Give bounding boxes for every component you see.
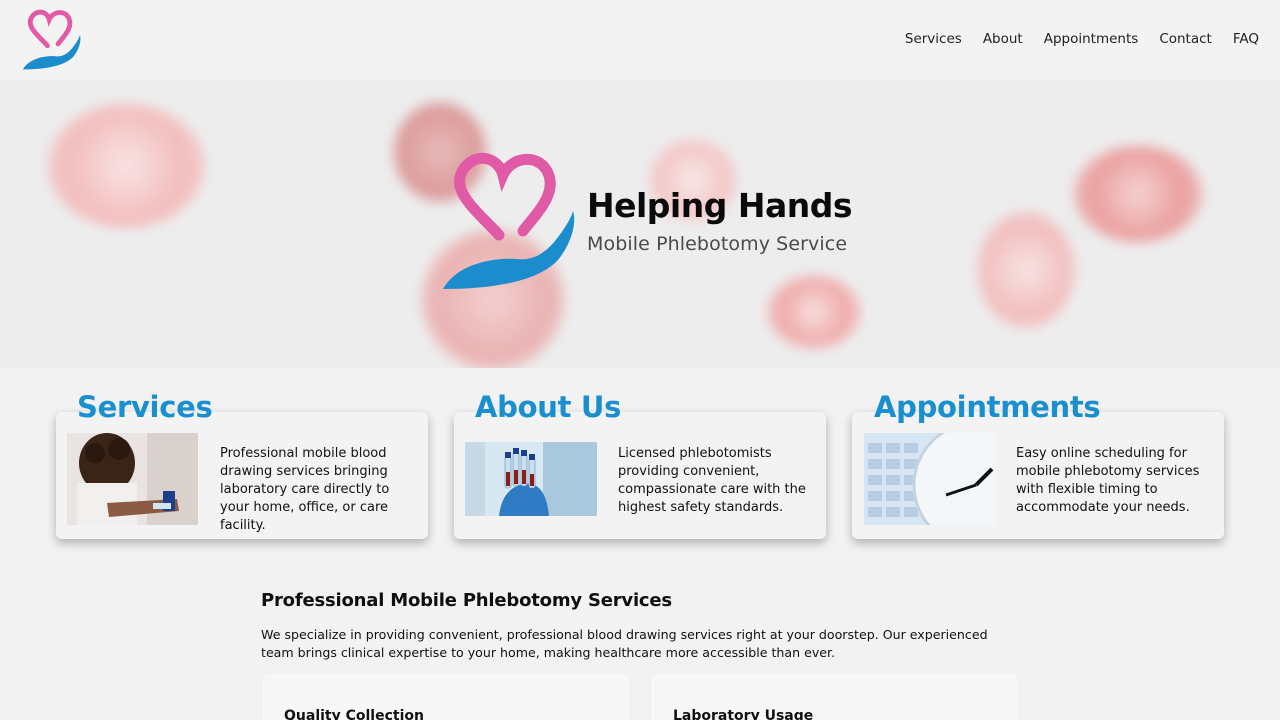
- nav-link-appointments[interactable]: Appointments: [1044, 30, 1139, 48]
- heart-hand-logo-icon[interactable]: [20, 8, 82, 72]
- nav-link-services[interactable]: Services: [905, 30, 962, 48]
- info-card-quality-collection[interactable]: Quality Collection: [262, 674, 630, 720]
- feature-card-text: Licensed phlebotomists providing conveni…: [618, 446, 806, 515]
- nav-link-about[interactable]: About: [983, 30, 1023, 48]
- blood-draw-photo: [67, 433, 198, 525]
- nav-link-contact[interactable]: Contact: [1159, 30, 1212, 48]
- feature-card-title: About Us: [475, 390, 622, 424]
- info-card-title: Quality Collection: [284, 708, 424, 720]
- main-nav: Services About Appointments Contact FAQ: [884, 30, 1259, 48]
- hero-banner: Helping Hands Mobile Phlebotomy Service: [0, 80, 1280, 368]
- heart-hand-logo-icon: [443, 152, 575, 289]
- hero-title: Helping Hands: [587, 186, 853, 225]
- blood-cell-decoration: [1074, 146, 1202, 242]
- blood-cell-decoration: [768, 276, 860, 348]
- info-card-title: Laboratory Usage: [673, 708, 814, 720]
- blood-cell-decoration: [48, 104, 204, 228]
- section-paragraph: We specialize in providing convenient, p…: [261, 627, 988, 660]
- info-card-laboratory-usage[interactable]: Laboratory Usage: [651, 674, 1019, 720]
- feature-card-title: Appointments: [874, 390, 1101, 424]
- top-navigation-bar: Services About Appointments Contact FAQ: [0, 0, 1280, 80]
- feature-card-title: Services: [77, 390, 213, 424]
- feature-card-text: Easy online scheduling for mobile phlebo…: [1016, 446, 1200, 515]
- calendar-clock-photo: [864, 433, 995, 525]
- hero-subtitle: Mobile Phlebotomy Service: [587, 233, 848, 255]
- feature-card-text: Professional mobile blood drawing servic…: [220, 446, 390, 533]
- blood-tubes-photo: [465, 442, 597, 516]
- section-title: Professional Mobile Phlebotomy Services: [261, 590, 672, 611]
- blood-cell-decoration: [978, 212, 1074, 328]
- nav-link-faq[interactable]: FAQ: [1233, 30, 1259, 48]
